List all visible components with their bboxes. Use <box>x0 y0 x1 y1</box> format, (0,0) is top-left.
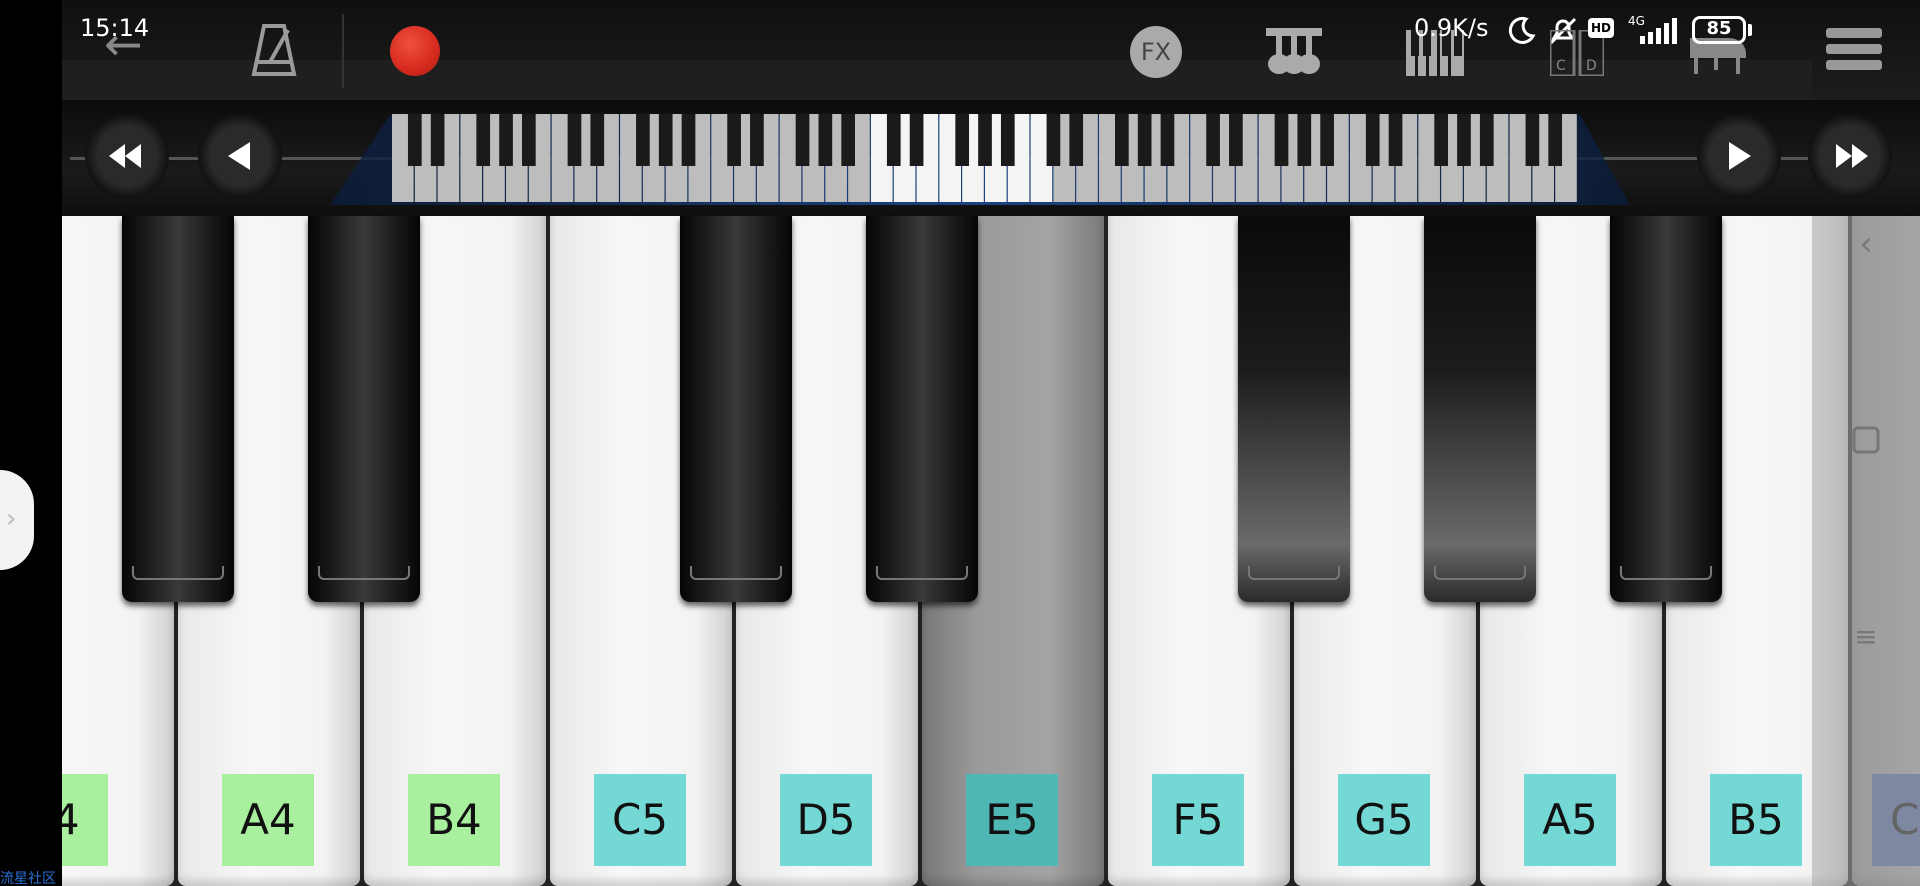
piano-app: 15:14 ← FX 0.9K/s HD 4G 85 C D 4 A4 B4 C… <box>0 0 1920 886</box>
minimap-black-key <box>727 114 741 166</box>
moon-icon <box>1508 16 1536 48</box>
black-key[interactable] <box>866 216 978 602</box>
signal-label: 4G <box>1628 14 1645 28</box>
note-label: C5 <box>594 774 686 866</box>
minimap-black-key <box>476 114 491 166</box>
minimap-black-key <box>499 114 513 166</box>
battery-level: 85 <box>1706 18 1732 39</box>
note-label: G4 <box>62 774 108 866</box>
black-key[interactable] <box>122 216 234 602</box>
minimap-black-key <box>1320 114 1334 166</box>
minimap-black-key <box>818 114 833 166</box>
minimap-black-key <box>795 114 810 166</box>
minimap-black-key <box>681 114 696 166</box>
piano-keyboard: G4A4B4C5D5E5F5G5A5B5C6 <box>62 216 1920 886</box>
minimap-black-key <box>1160 114 1175 166</box>
minimap-black-key <box>750 114 764 166</box>
next-icon <box>1729 142 1751 170</box>
minimap-black-key <box>1069 114 1084 166</box>
minimap-black-key <box>1434 114 1448 166</box>
black-key[interactable] <box>308 216 420 602</box>
minimap-black-key <box>1115 114 1129 166</box>
black-key[interactable] <box>680 216 792 602</box>
nav-recents-icon[interactable]: ≡ <box>1812 620 1920 653</box>
minimap-black-key <box>1274 114 1289 166</box>
black-key[interactable] <box>1610 216 1722 602</box>
minimap-black-key <box>1479 114 1494 166</box>
note-label: G5 <box>1338 774 1430 866</box>
metronome-icon[interactable] <box>250 22 298 82</box>
toolbar-divider <box>342 14 344 88</box>
menu-bar <box>1826 44 1882 54</box>
note-label: A4 <box>222 774 314 866</box>
left-edge-strip <box>0 0 62 886</box>
rewind-button[interactable] <box>85 114 169 198</box>
battery-tip <box>1748 24 1752 36</box>
minimap-black-key <box>590 114 605 166</box>
chevron-right-icon: › <box>6 504 17 534</box>
fast-forward-button[interactable] <box>1808 114 1892 198</box>
minimap-black-key <box>886 114 901 166</box>
note-label: E5 <box>966 774 1058 866</box>
minimap-black-key <box>1000 114 1015 166</box>
note-label: A5 <box>1524 774 1616 866</box>
fast-forward-icon <box>1836 144 1868 168</box>
note-label: F5 <box>1152 774 1244 866</box>
minimap-black-key <box>1457 114 1471 166</box>
menu-bar <box>1826 60 1882 70</box>
fx-button[interactable]: FX <box>1130 26 1182 78</box>
svg-text:D: D <box>1586 58 1597 74</box>
minimap-black-key <box>1137 114 1152 166</box>
minimap-black-key <box>1046 114 1061 166</box>
minimap-black-key <box>909 114 924 166</box>
minimap-black-key <box>978 114 992 166</box>
menu-button[interactable] <box>1826 28 1882 76</box>
back-arrow-icon[interactable]: ← <box>104 21 143 67</box>
black-key[interactable] <box>1238 216 1350 602</box>
minimap-black-key <box>567 114 582 166</box>
status-network-speed: 0.9K/s <box>1414 14 1489 42</box>
watermark: 流星社区 <box>0 871 56 886</box>
minimap-black-key <box>636 114 650 166</box>
svg-text:C: C <box>1556 58 1566 74</box>
minimap-black-key <box>1388 114 1403 166</box>
sustain-pedal-icon[interactable] <box>1266 28 1322 80</box>
system-nav-overlay: ‹ ≡ <box>1812 216 1920 886</box>
minimap-black-key <box>1548 114 1563 166</box>
minimap-black-key <box>407 114 422 166</box>
minimap-black-key <box>522 114 536 166</box>
previous-button[interactable] <box>198 114 282 198</box>
keyboard-minimap[interactable] <box>330 110 1630 210</box>
minimap-black-key <box>430 114 445 166</box>
next-button[interactable] <box>1697 114 1781 198</box>
rewind-icon <box>109 144 141 168</box>
black-key[interactable] <box>1424 216 1536 602</box>
note-label: D5 <box>780 774 872 866</box>
menu-bar <box>1826 28 1882 38</box>
minimap-black-key <box>1297 114 1312 166</box>
nav-back-icon[interactable]: ‹ <box>1812 224 1920 264</box>
nav-home-icon[interactable] <box>1812 426 1920 461</box>
note-label: B4 <box>408 774 500 866</box>
minimap-black-key <box>1525 114 1540 166</box>
minimap-black-key <box>955 114 970 166</box>
minimap-black-key <box>1229 114 1243 166</box>
minimap-black-key <box>1365 114 1380 166</box>
minimap-black-key <box>1206 114 1220 166</box>
signal-icon <box>1640 18 1680 48</box>
battery-indicator: 85 <box>1692 16 1746 44</box>
previous-icon <box>228 142 250 170</box>
note-label: B5 <box>1710 774 1802 866</box>
hd-badge: HD <box>1588 18 1614 38</box>
minimap-black-key <box>658 114 673 166</box>
minimap-black-key <box>841 114 855 166</box>
record-button[interactable] <box>390 26 440 76</box>
